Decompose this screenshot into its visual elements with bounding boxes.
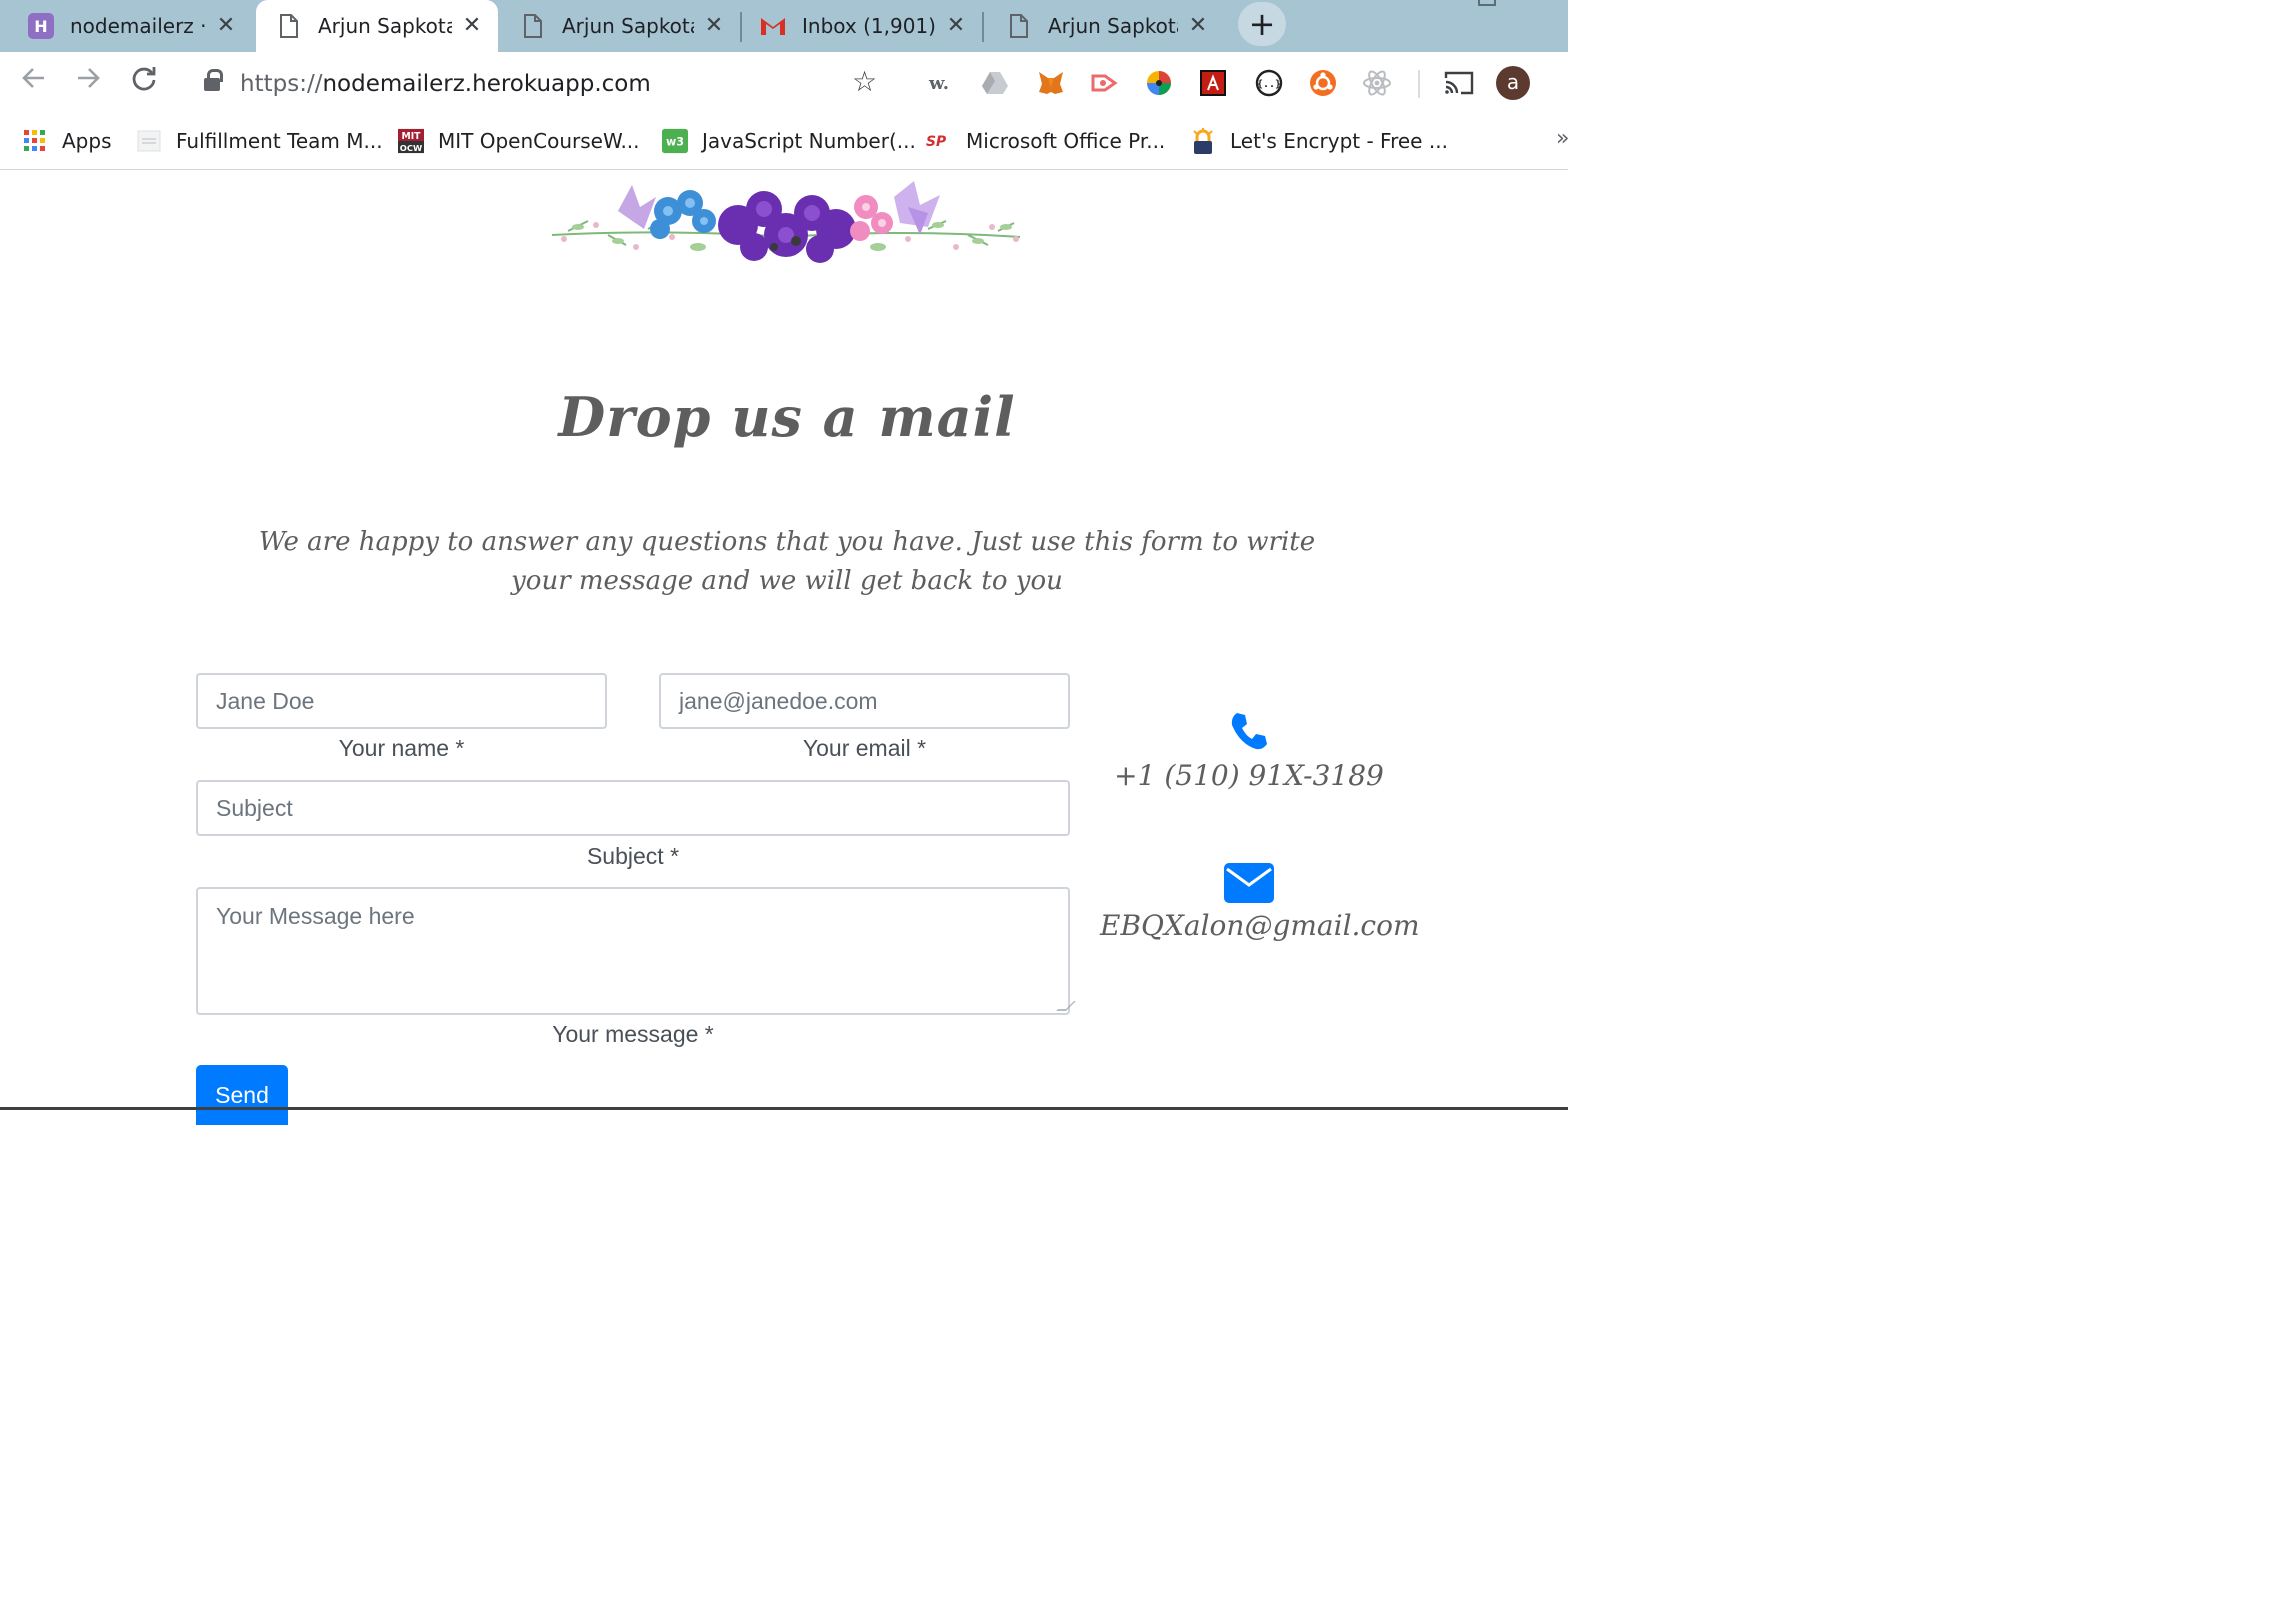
ubuntu-orange-icon[interactable]	[1308, 68, 1338, 98]
sp-logo-icon: SP	[926, 128, 952, 154]
heroku-icon: H	[28, 13, 54, 39]
tab-gmail-inbox[interactable]: Inbox (1,901) - ✕	[742, 0, 982, 52]
bookmark-microsoft-office[interactable]: SP Microsoft Office Pr...	[926, 126, 1165, 156]
svg-text:H: H	[34, 17, 47, 36]
url-text: https://nodemailerz.herokuapp.com	[240, 71, 651, 97]
tab-strip: H nodemailerz · ( ✕ Arjun Sapkota ✕ Arju…	[0, 0, 1568, 52]
message-label: Your message *	[552, 1021, 714, 1047]
bookmarks-bar: Apps Fulfillment Team M... MIT OCW MIT Op…	[0, 114, 1569, 170]
name-label: Your name *	[338, 735, 465, 761]
svg-text:{..}: {..}	[1257, 79, 1281, 90]
tab-title: Arjun Sapkota	[1048, 14, 1178, 38]
close-tab-icon[interactable]: ✕	[944, 14, 968, 38]
tab-arjun-sapkota-3[interactable]: Arjun Sapkota ✕	[984, 0, 1224, 52]
page-icon	[520, 13, 546, 39]
name-input[interactable]: Jane Doe	[196, 673, 607, 729]
url-protocol: https://	[240, 71, 323, 97]
new-tab-button[interactable]: +	[1238, 2, 1286, 46]
json-viewer-icon[interactable]: {..}	[1254, 68, 1284, 98]
bookmark-javascript-number[interactable]: w3 JavaScript Number(...	[662, 126, 916, 156]
gmail-icon	[760, 13, 786, 39]
bookmark-mit-opencourseware[interactable]: MIT OCW MIT OpenCourseW...	[398, 126, 640, 156]
address-bar[interactable]: https://nodemailerz.herokuapp.com	[186, 58, 906, 110]
email-input[interactable]: jane@janedoe.com	[659, 673, 1070, 729]
react-devtools-icon[interactable]	[1362, 68, 1392, 98]
message-textarea[interactable]: Your Message here	[196, 887, 1076, 1015]
tab-title: Arjun Sapkota	[562, 14, 694, 38]
page-subheading: We are happy to answer any questions tha…	[258, 527, 1316, 596]
google-drive-icon[interactable]	[980, 68, 1010, 98]
flower-banner-image	[551, 181, 1021, 263]
close-tab-icon[interactable]: ✕	[460, 14, 484, 38]
svg-text:w3: w3	[666, 136, 684, 149]
apps-grid-icon	[22, 128, 48, 154]
tab-arjun-sapkota-2[interactable]: Arjun Sapkota ✕	[498, 0, 740, 52]
close-tab-icon[interactable]: ✕	[702, 14, 726, 38]
svg-text:SP: SP	[926, 134, 946, 150]
contact-email: EBQXalon@gmail.com	[1100, 909, 1420, 942]
resize-handle-icon[interactable]	[1056, 1001, 1076, 1011]
contact-phone: +1 (510) 91X-3189	[1114, 759, 1384, 792]
tab-nodemailerz[interactable]: H nodemailerz · ( ✕	[0, 0, 252, 52]
page-content: Drop us a mail We are happy to answer an…	[0, 171, 1568, 1125]
bookmark-lets-encrypt[interactable]: Let's Encrypt - Free ...	[1190, 126, 1448, 156]
email-label: Your email *	[802, 735, 927, 761]
lock-icon	[204, 69, 223, 93]
send-button[interactable]: Send	[196, 1065, 288, 1125]
color-wheel-icon[interactable]	[1144, 68, 1174, 98]
wappalyzer-extension-icon[interactable]: w.	[924, 68, 954, 98]
tab-arjun-sapkota-active[interactable]: Arjun Sapkota ✕	[256, 0, 498, 52]
close-tab-icon[interactable]: ✕	[214, 14, 238, 38]
browser-toolbar: https://nodemailerz.herokuapp.com ☆ w. {…	[0, 52, 1568, 114]
bookmark-apps[interactable]: Apps	[22, 126, 112, 156]
profile-avatar[interactable]: a	[1496, 66, 1530, 100]
envelope-icon	[1224, 863, 1274, 903]
cast-icon[interactable]	[1444, 68, 1474, 98]
svg-text:MIT: MIT	[402, 131, 422, 142]
bookmark-label: Fulfillment Team M...	[176, 129, 383, 153]
bookmark-fulfillment-team[interactable]: Fulfillment Team M...	[136, 126, 383, 156]
lets-encrypt-icon	[1190, 128, 1216, 154]
close-tab-icon[interactable]: ✕	[1186, 14, 1210, 38]
reload-icon[interactable]	[126, 64, 162, 100]
tab-title: Arjun Sapkota	[318, 14, 452, 38]
url-host: nodemailerz.herokuapp.com	[322, 71, 651, 97]
bookmark-label: Let's Encrypt - Free ...	[1230, 129, 1448, 153]
mit-ocw-icon: MIT OCW	[398, 128, 424, 154]
window-restore-icon[interactable]	[1478, 0, 1496, 6]
back-icon[interactable]	[16, 64, 52, 100]
phone-icon	[1231, 713, 1267, 750]
metamask-fox-icon[interactable]	[1036, 68, 1066, 98]
window-bottom-border	[0, 1107, 1568, 1110]
page-heading: Drop us a mail	[558, 385, 1016, 449]
bookmark-label: MIT OpenCourseW...	[438, 129, 640, 153]
pdf-acrobat-icon[interactable]	[1198, 68, 1228, 98]
tab-title: Inbox (1,901) -	[802, 14, 936, 38]
bookmarks-overflow-icon[interactable]: »	[1556, 126, 1569, 151]
gif-arrow-icon[interactable]	[1090, 68, 1120, 98]
bookmark-star-icon[interactable]: ☆	[852, 68, 877, 96]
forward-icon[interactable]	[70, 64, 106, 100]
document-icon	[136, 128, 162, 154]
page-icon	[276, 13, 302, 39]
tab-title: nodemailerz · (	[70, 14, 206, 38]
page-icon	[1006, 13, 1032, 39]
w3schools-icon: w3	[662, 128, 688, 154]
subject-input[interactable]: Subject	[196, 780, 1070, 836]
toolbar-divider	[1418, 70, 1420, 98]
svg-text:OCW: OCW	[400, 143, 422, 153]
bookmark-label: Apps	[62, 129, 112, 153]
subject-label: Subject *	[586, 843, 680, 869]
message-placeholder: Your Message here	[216, 903, 415, 929]
bookmark-label: Microsoft Office Pr...	[966, 129, 1166, 153]
bookmark-label: JavaScript Number(...	[702, 129, 916, 153]
